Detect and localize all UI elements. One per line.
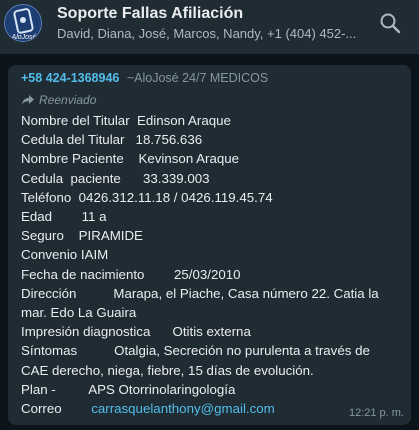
- chat-title[interactable]: Soporte Fallas Afiliación: [57, 5, 243, 23]
- message-line: Dirección Marapa, el Piache, Casa número…: [21, 285, 379, 301]
- message-line: Seguro PIRAMIDE: [21, 228, 143, 244]
- forward-arrow-icon: [22, 95, 34, 105]
- avatar-text: AloJosé: [11, 34, 37, 41]
- message-bubble[interactable]: +58 424-1368946 ~AloJosé 24/7 MEDICOS Re…: [8, 65, 411, 425]
- message-line: Edad 11 a: [21, 209, 107, 225]
- message-line: Convenio IAIM: [21, 247, 109, 263]
- message-line: Nombre Paciente Kevinson Araque: [21, 151, 240, 167]
- message-line: Plan - APS Otorrinolaringología: [21, 381, 236, 397]
- message-line: Síntomas Otalgia, Secreción no purulenta…: [21, 343, 370, 359]
- message-sender: +58 424-1368946 ~AloJosé 24/7 MEDICOS: [21, 71, 399, 89]
- logo-icon: AloJosé: [5, 5, 41, 41]
- message-line: mar. Edo La Guaira: [21, 305, 137, 321]
- message-line: Impresión diagnostica Otitis externa: [21, 324, 251, 340]
- message-timestamp: 12:21 p. m.: [348, 407, 404, 419]
- forwarded-label: Reenviado: [21, 89, 399, 111]
- email-label: Correo: [21, 401, 62, 417]
- sender-name: ~AloJosé 24/7 MEDICOS: [126, 71, 269, 85]
- sender-phone[interactable]: +58 424-1368946: [21, 71, 119, 85]
- search-icon: [380, 13, 401, 34]
- message-line: Fecha de nacimiento 25/03/2010: [21, 266, 241, 282]
- message-line: Cedula paciente 33.339.003: [21, 170, 210, 186]
- email-link[interactable]: carrasquelanthony@gmail.com: [91, 401, 275, 416]
- message-line: Nombre del Titular Edinson Araque: [21, 113, 231, 128]
- email-line: Correo carrasquelanthony@gmail.com: [21, 399, 399, 418]
- forwarded-text: Reenviado: [39, 93, 97, 107]
- message-body: Nombre del Titular Edinson Araque Cedula…: [21, 111, 399, 418]
- message-line: Teléfono 0426.312.11.18 / 0426.119.45.74: [21, 189, 273, 205]
- group-avatar[interactable]: AloJosé: [4, 4, 42, 42]
- chat-participants[interactable]: David, Diana, José, Marcos, Nandy, +1 (4…: [57, 26, 357, 41]
- message-line: CAE derecho, niega, fiebre, 15 días de e…: [21, 362, 314, 378]
- search-button[interactable]: [378, 11, 402, 35]
- chat-header[interactable]: AloJosé Soporte Fallas Afiliación David,…: [0, 0, 419, 54]
- message-line: Cedula del Titular 18.756.636: [21, 132, 203, 148]
